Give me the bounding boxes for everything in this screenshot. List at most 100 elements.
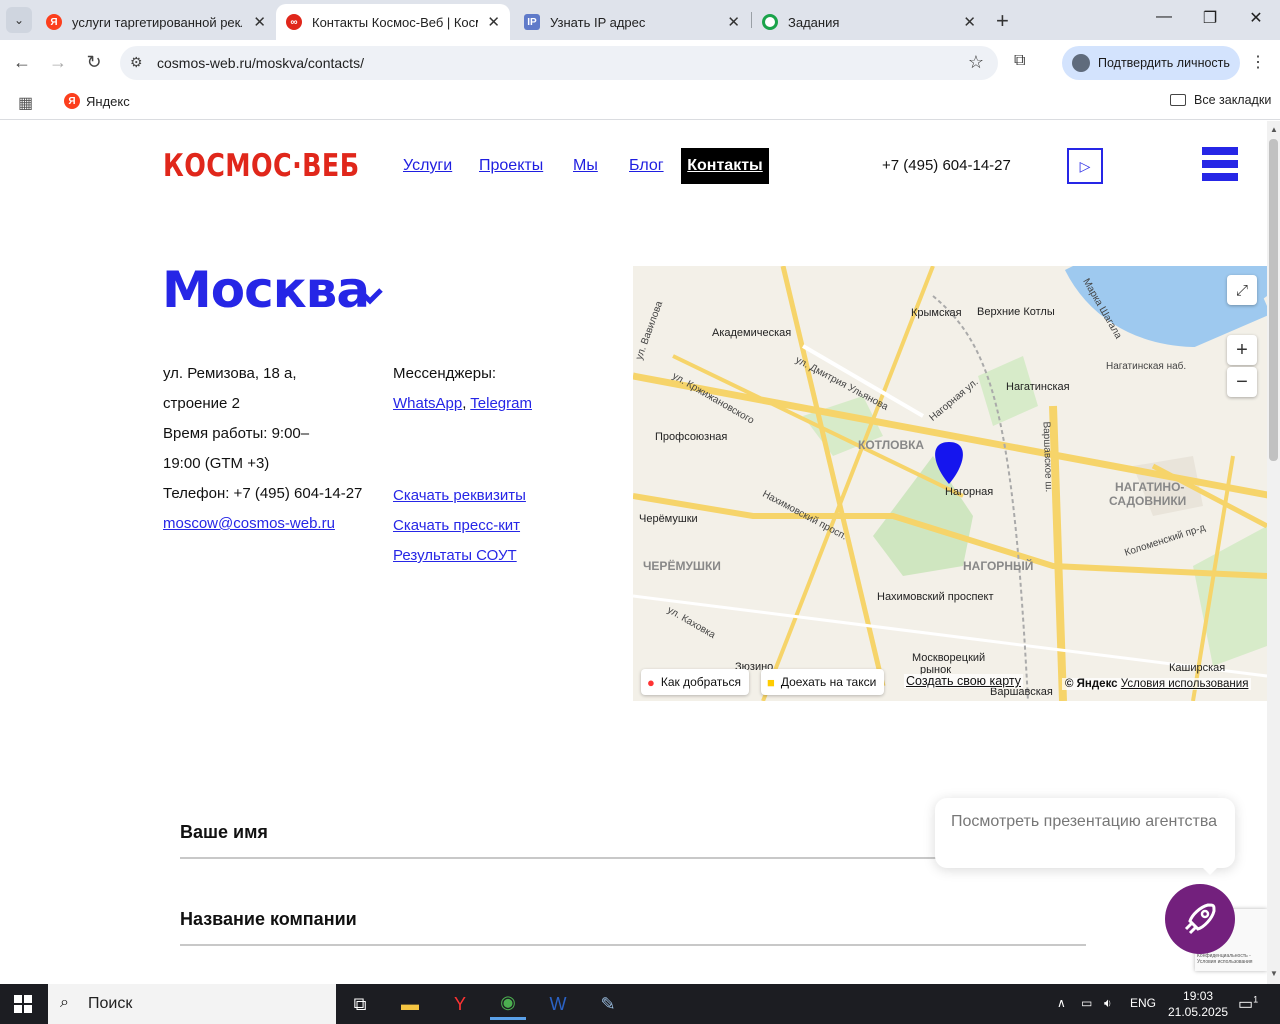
- map-copyright: © Яндекс Условия использования: [1062, 678, 1252, 690]
- reload-icon[interactable]: ↻: [82, 52, 106, 73]
- windows-start-icon[interactable]: [14, 995, 32, 1013]
- network-icon[interactable]: ▭: [1081, 996, 1092, 1010]
- bookmark-star-icon[interactable]: ☆: [968, 52, 984, 73]
- back-arrow-icon[interactable]: ←: [10, 52, 34, 73]
- address-block: ул. Ремизова, 18 а, строение 2 Время раб…: [163, 359, 363, 539]
- yandex-map[interactable]: Академическая Крымская Верхние Котлы Наг…: [633, 266, 1267, 701]
- volume-icon[interactable]: 🔉︎: [1104, 996, 1112, 1011]
- taxi-button[interactable]: ■ Доехать на такси: [761, 669, 885, 695]
- apps-grid-icon[interactable]: ▦: [18, 93, 33, 113]
- tab-contacts[interactable]: ∞ Контакты Космос-Веб | Космо ✕: [276, 4, 510, 40]
- forward-arrow-icon[interactable]: →: [46, 52, 70, 73]
- all-bookmarks[interactable]: Все закладки: [1170, 93, 1271, 107]
- scrollbar-thumb[interactable]: [1269, 139, 1278, 461]
- tab-tasks[interactable]: Задания ✕: [752, 4, 986, 40]
- nav-link[interactable]: Блог: [629, 157, 664, 175]
- zoom-out-icon[interactable]: −: [1227, 367, 1257, 397]
- tab-title: Контакты Космос-Веб | Космо: [312, 14, 478, 30]
- telegram-link[interactable]: Telegram: [470, 395, 532, 412]
- chevron-down-icon[interactable]: [356, 281, 384, 309]
- address-bar[interactable]: ⚙ cosmos-web.ru/moskva/contacts/ ☆: [120, 46, 998, 80]
- taskbar-search[interactable]: ⌕ Поиск: [48, 984, 336, 1024]
- extensions-puzzle-icon[interactable]: ⧉: [1014, 52, 1025, 70]
- tab-yandex-search[interactable]: Я услуги таргетированной рекла ✕: [36, 4, 276, 40]
- whatsapp-link[interactable]: WhatsApp: [393, 395, 462, 412]
- all-bookmarks-label: Все закладки: [1194, 93, 1272, 107]
- recaptcha-text: Конфиденциальность - Условия использован…: [1197, 953, 1253, 965]
- nav-link[interactable]: Услуги: [403, 157, 452, 175]
- sout-results-link[interactable]: Результаты СОУТ: [393, 541, 526, 571]
- email-link[interactable]: moscow@cosmos-web.ru: [163, 509, 363, 539]
- separator-comma: ,: [462, 395, 467, 412]
- address-line: ул. Ремизова, 18 а,: [163, 365, 297, 382]
- nav-link[interactable]: Проекты: [479, 157, 543, 175]
- verify-identity-button[interactable]: Подтвердить личность: [1062, 46, 1240, 80]
- nav-item-contacts[interactable]: Контакты: [681, 148, 769, 184]
- map-label: Верхние Котлы: [977, 306, 1055, 318]
- header-phone[interactable]: +7 (495) 604-14-27: [882, 157, 1011, 174]
- new-tab-plus-icon[interactable]: +: [996, 8, 1009, 34]
- page-content: КОСМОС·ВЕБ Услуги Проекты Мы Блог Контак…: [0, 121, 1267, 984]
- pin-icon: ●: [647, 674, 655, 690]
- close-icon[interactable]: ✕: [727, 13, 740, 31]
- bookmark-yandex[interactable]: Я Яндекс: [64, 93, 130, 109]
- hamburger-menu-icon[interactable]: [1202, 147, 1238, 185]
- word-icon[interactable]: W: [540, 988, 576, 1020]
- file-explorer-icon[interactable]: ▬: [392, 988, 428, 1020]
- minimize-icon[interactable]: —: [1152, 8, 1176, 26]
- chrome-icon[interactable]: ◉: [490, 988, 526, 1020]
- language-indicator[interactable]: ENG: [1130, 996, 1156, 1010]
- clock-time: 19:03: [1183, 989, 1214, 1003]
- company-field[interactable]: Название компании: [180, 909, 1086, 946]
- paint-icon[interactable]: ✎: [590, 988, 626, 1020]
- create-map-link[interactable]: Создать свою карту: [904, 674, 1024, 688]
- restore-icon[interactable]: ❐: [1198, 8, 1222, 28]
- city-title[interactable]: Москва: [162, 261, 370, 319]
- nav-item-projects[interactable]: Проекты: [479, 148, 543, 184]
- scroll-up-icon[interactable]: ▲: [1270, 125, 1278, 134]
- close-icon[interactable]: ✕: [963, 13, 976, 31]
- download-presskit-link[interactable]: Скачать пресс-кит: [393, 511, 526, 541]
- tab-search-button[interactable]: ⌄: [6, 7, 32, 33]
- play-icon: ▷: [1079, 157, 1091, 174]
- zoom-in-icon[interactable]: +: [1227, 335, 1257, 365]
- window-close-icon[interactable]: ✕: [1244, 8, 1268, 28]
- presentation-tooltip[interactable]: Посмотреть презентацию агентства: [935, 798, 1235, 868]
- taxi-label: Доехать на такси: [780, 675, 877, 689]
- phone-line: Телефон: +7 (495) 604-14-27: [163, 485, 363, 502]
- taskbar-search-label: Поиск: [88, 995, 133, 1012]
- nav-link[interactable]: Мы: [573, 157, 598, 175]
- tab-ip[interactable]: IP Узнать IP адрес ✕: [514, 4, 750, 40]
- yandex-browser-icon[interactable]: Y: [442, 988, 478, 1020]
- close-icon[interactable]: ✕: [253, 13, 266, 31]
- url-text: cosmos-web.ru/moskva/contacts/: [157, 55, 364, 71]
- task-view-icon[interactable]: ⧉: [342, 988, 378, 1020]
- scroll-down-icon[interactable]: ▼: [1270, 969, 1278, 978]
- terms-link[interactable]: Условия использования: [1121, 678, 1249, 690]
- site-logo[interactable]: КОСМОС·ВЕБ: [163, 148, 359, 184]
- presentation-button[interactable]: [1165, 884, 1235, 954]
- page-scrollbar[interactable]: ▲ ▼: [1267, 121, 1280, 984]
- bookmarks-bar: ▦ Я Яндекс Все закладки: [0, 86, 1280, 120]
- nav-item-services[interactable]: Услуги: [403, 148, 452, 184]
- taskbar-clock[interactable]: 19:03 21.05.2025: [1168, 988, 1228, 1020]
- route-button[interactable]: ● Как добраться: [641, 669, 749, 695]
- play-button[interactable]: ▷: [1067, 148, 1103, 184]
- show-hidden-icons-icon[interactable]: ∧: [1057, 996, 1066, 1010]
- nav-item-blog[interactable]: Блог: [629, 148, 664, 184]
- site-settings-icon[interactable]: ⚙: [130, 54, 143, 71]
- map-label: Нагорная: [945, 486, 994, 498]
- download-requisites-link[interactable]: Скачать реквизиты: [393, 481, 526, 511]
- nav-item-about[interactable]: Мы: [573, 148, 598, 184]
- fullscreen-icon[interactable]: ⤢: [1227, 275, 1257, 305]
- more-menu-icon[interactable]: ⋮: [1250, 52, 1266, 72]
- map-label: НАГАТИНО-: [1115, 480, 1185, 494]
- close-icon[interactable]: ✕: [487, 13, 500, 31]
- map-label: Нагатинская: [1006, 381, 1070, 393]
- chevron-down-icon: ⌄: [13, 13, 25, 27]
- tooltip-text: Посмотреть презентацию агентства: [951, 813, 1218, 830]
- clock-date: 21.05.2025: [1168, 1005, 1229, 1019]
- notifications-icon[interactable]: ▭1: [1238, 994, 1258, 1014]
- map-label: НАГОРНЫЙ: [963, 559, 1034, 573]
- map-label: ЧЕРЁМУШКИ: [643, 559, 721, 573]
